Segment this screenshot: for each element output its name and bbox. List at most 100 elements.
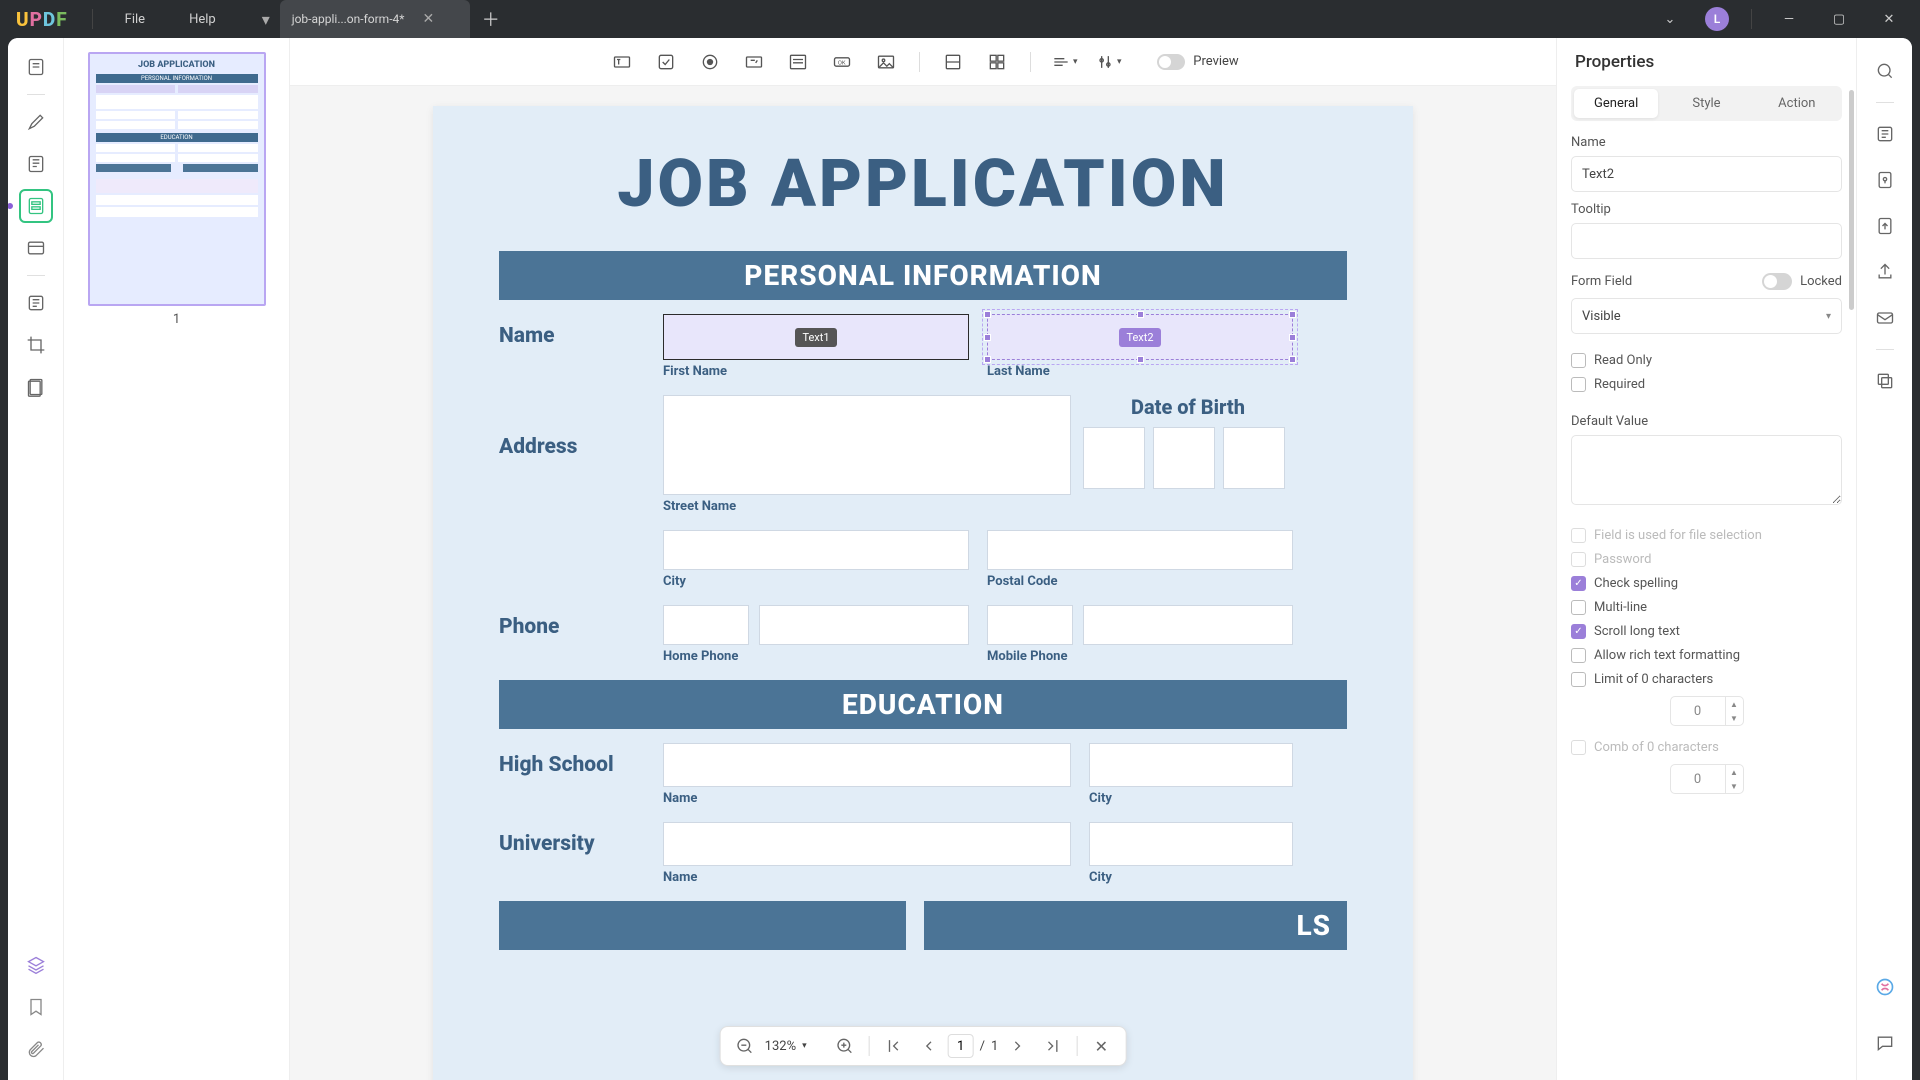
scroll-long-label: Scroll long text <box>1594 624 1680 639</box>
field-home-phone[interactable] <box>759 605 969 645</box>
tab-style[interactable]: Style <box>1664 89 1748 118</box>
required-checkbox[interactable] <box>1571 377 1586 392</box>
file-selection-checkbox <box>1571 528 1586 543</box>
multiline-checkbox[interactable] <box>1571 600 1586 615</box>
search-button[interactable] <box>1868 54 1902 88</box>
prop-tooltip-input[interactable] <box>1571 223 1842 259</box>
menu-help[interactable]: Help <box>167 2 238 37</box>
field-hs-city[interactable] <box>1089 743 1293 787</box>
document-tab[interactable]: job-appli...on-form-4* ✕ <box>280 0 470 38</box>
email-button[interactable] <box>1868 301 1902 335</box>
readonly-checkbox[interactable] <box>1571 353 1586 368</box>
richtext-checkbox[interactable] <box>1571 648 1586 663</box>
prev-page-button[interactable] <box>914 1032 942 1060</box>
field-last-name[interactable]: Text2 <box>987 314 1293 360</box>
field-home-phone-code[interactable] <box>663 605 749 645</box>
field-mobile-phone[interactable] <box>1083 605 1293 645</box>
collapse-tabs-icon[interactable]: ⌄ <box>1647 3 1693 35</box>
document-page[interactable]: JOB APPLICATION PERSONAL INFORMATION Nam… <box>433 106 1413 1080</box>
prop-name-input[interactable] <box>1571 156 1842 192</box>
field-postal[interactable] <box>987 530 1293 570</box>
crop-tool[interactable] <box>19 328 53 362</box>
scroll-long-checkbox[interactable]: ✓ <box>1571 624 1586 639</box>
first-page-button[interactable] <box>880 1032 908 1060</box>
form-tool[interactable] <box>19 189 53 223</box>
reader-tool[interactable] <box>19 50 53 84</box>
field-first-name[interactable]: Text1 <box>663 314 969 360</box>
field-hs-name[interactable] <box>663 743 1071 787</box>
next-page-button[interactable] <box>1004 1032 1032 1060</box>
field-street[interactable] <box>663 395 1071 495</box>
text-field-tool[interactable] <box>607 47 637 77</box>
ai-button[interactable] <box>1868 970 1902 1004</box>
limit-checkbox[interactable] <box>1571 672 1586 687</box>
limit-spinner[interactable]: 0▲▼ <box>1670 696 1744 726</box>
properties-scrollbar[interactable] <box>1849 90 1854 310</box>
protect-button[interactable] <box>1868 163 1902 197</box>
visibility-select[interactable]: Visible▾ <box>1571 298 1842 334</box>
date-tool[interactable] <box>982 47 1012 77</box>
signature-tool[interactable] <box>938 47 968 77</box>
locked-toggle[interactable] <box>1762 273 1792 290</box>
page-total: 1 <box>991 1039 998 1054</box>
minimize-button[interactable]: ― <box>1766 3 1812 35</box>
comb-spinner[interactable]: 0▲▼ <box>1670 764 1744 794</box>
zoom-in-button[interactable] <box>831 1032 859 1060</box>
page-current-input[interactable] <box>948 1034 974 1058</box>
preview-toggle[interactable] <box>1157 54 1185 70</box>
image-field-tool[interactable] <box>871 47 901 77</box>
preview-label: Preview <box>1193 54 1238 69</box>
field-tag-text1: Text1 <box>795 328 836 347</box>
chat-button[interactable] <box>1868 1026 1902 1060</box>
bookmark-button[interactable] <box>19 990 53 1024</box>
section-personal: PERSONAL INFORMATION <box>499 251 1347 300</box>
spelling-checkbox[interactable]: ✓ <box>1571 576 1586 591</box>
comment-tool[interactable] <box>19 105 53 139</box>
field-dob-3[interactable] <box>1223 427 1285 489</box>
field-mobile-phone-code[interactable] <box>987 605 1073 645</box>
label-university: University <box>499 822 663 856</box>
close-window-button[interactable]: ✕ <box>1866 3 1912 35</box>
field-city[interactable] <box>663 530 969 570</box>
convert-button[interactable] <box>1868 209 1902 243</box>
user-avatar[interactable]: L <box>1705 7 1729 31</box>
page-thumbnail[interactable]: JOB APPLICATION PERSONAL INFORMATION EDU… <box>88 52 266 306</box>
batch-button[interactable] <box>1868 364 1902 398</box>
button-tool[interactable]: OK <box>827 47 857 77</box>
more-tools[interactable]: ▾ <box>1093 47 1123 77</box>
organize-tool[interactable] <box>19 231 53 265</box>
radio-tool[interactable] <box>695 47 725 77</box>
caption-hs-city: City <box>1089 791 1293 806</box>
last-page-button[interactable] <box>1038 1032 1066 1060</box>
new-tab-button[interactable]: ＋ <box>476 4 506 34</box>
zoom-value[interactable]: 132%▾ <box>765 1039 825 1054</box>
section-skill <box>499 901 906 950</box>
tab-action[interactable]: Action <box>1755 89 1839 118</box>
caption-city: City <box>663 574 969 589</box>
close-zoombar-button[interactable]: ✕ <box>1087 1032 1115 1060</box>
menu-file[interactable]: File <box>103 2 167 37</box>
layers-button[interactable] <box>19 948 53 982</box>
default-value-input[interactable] <box>1571 435 1842 505</box>
page-tool[interactable] <box>19 370 53 404</box>
edit-tool[interactable] <box>19 147 53 181</box>
maximize-button[interactable]: ▢ <box>1816 3 1862 35</box>
tab-general[interactable]: General <box>1574 89 1658 118</box>
zoom-out-button[interactable] <box>731 1032 759 1060</box>
tab-close-button[interactable]: ✕ <box>422 11 434 27</box>
field-u-city[interactable] <box>1089 822 1293 866</box>
caption-first-name: First Name <box>663 364 969 379</box>
attachment-button[interactable] <box>19 1032 53 1066</box>
share-button[interactable] <box>1868 255 1902 289</box>
redact-tool[interactable] <box>19 286 53 320</box>
align-tool[interactable]: ▾ <box>1049 47 1079 77</box>
listbox-tool[interactable] <box>783 47 813 77</box>
field-dob-1[interactable] <box>1083 427 1145 489</box>
dropdown-tool[interactable] <box>739 47 769 77</box>
richtext-label: Allow rich text formatting <box>1594 648 1740 663</box>
checkbox-tool[interactable] <box>651 47 681 77</box>
field-dob-2[interactable] <box>1153 427 1215 489</box>
tab-dropdown-icon[interactable]: ▾ <box>252 5 280 33</box>
ocr-button[interactable] <box>1868 117 1902 151</box>
field-u-name[interactable] <box>663 822 1071 866</box>
